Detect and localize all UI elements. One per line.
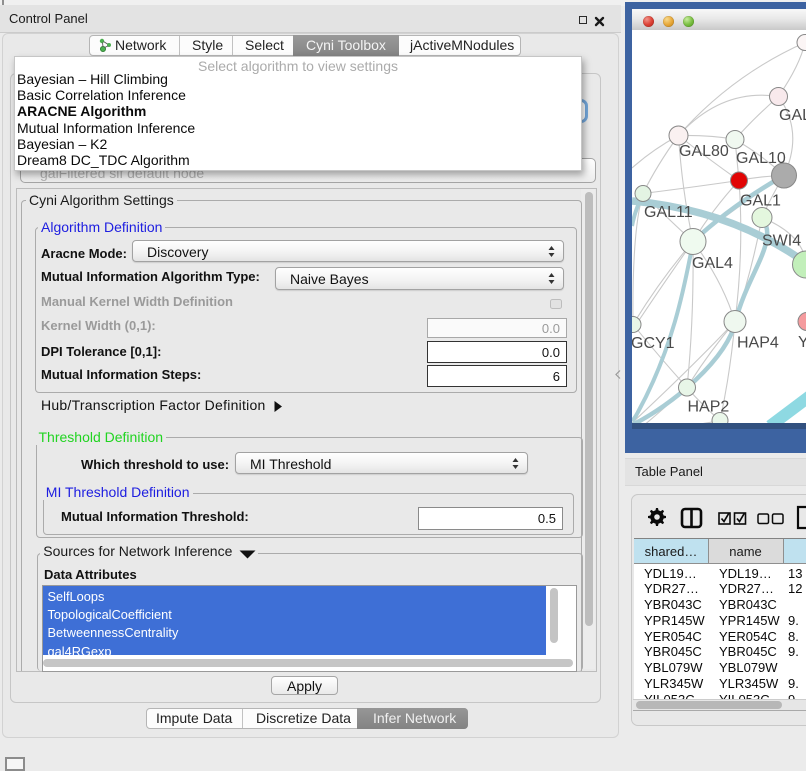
svg-text:SWI4: SWI4 (762, 233, 801, 250)
svg-text:GAL4: GAL4 (692, 255, 733, 272)
svg-text:YB: YB (798, 334, 806, 351)
svg-text:GCY1: GCY1 (632, 335, 675, 352)
svg-text:GAL80: GAL80 (679, 143, 729, 160)
svg-text:HAP4: HAP4 (737, 335, 779, 352)
svg-text:GAL1: GAL1 (740, 193, 781, 210)
svg-text:GAL11: GAL11 (644, 204, 693, 221)
svg-text:GAL7: GAL7 (779, 107, 806, 124)
svg-text:HAP2: HAP2 (688, 399, 730, 416)
svg-text:GAL10: GAL10 (736, 150, 786, 167)
